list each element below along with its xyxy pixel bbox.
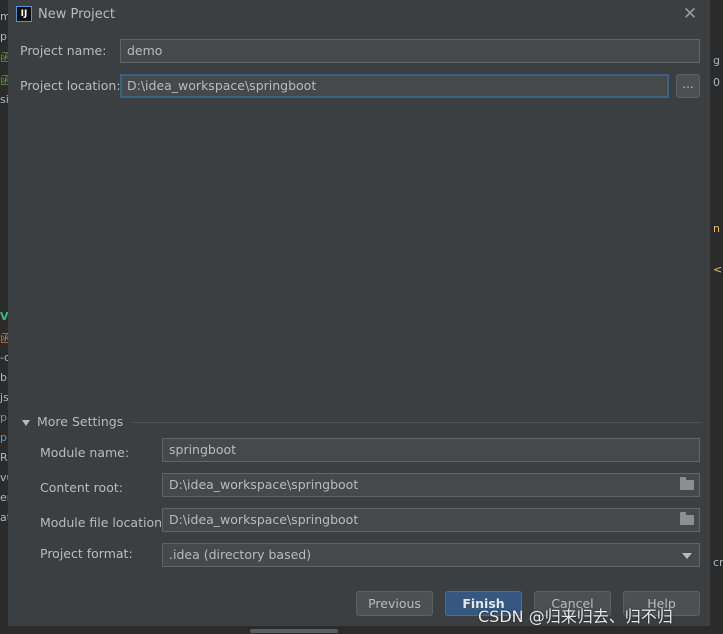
background-editor-left: m p 函 函 si V 函 -c b js p p R vu er at — [0, 0, 8, 634]
folder-icon[interactable] — [680, 512, 694, 525]
project-format-value: .idea (directory based) — [169, 547, 312, 562]
content-root-value: D:\idea_workspace\springboot — [169, 477, 359, 492]
module-file-location-input[interactable]: D:\idea_workspace\springboot — [162, 508, 700, 532]
bg-fragment: p — [0, 411, 7, 424]
intellij-app-icon: IJ — [16, 6, 32, 22]
module-file-location-value: D:\idea_workspace\springboot — [169, 512, 359, 527]
expand-triangle-icon — [22, 419, 30, 426]
project-format-label: Project format: — [40, 546, 133, 561]
browse-location-button[interactable]: ... — [676, 74, 700, 98]
previous-button[interactable]: Previous — [356, 591, 433, 616]
bg-fragment: js — [0, 391, 8, 404]
project-name-input[interactable]: demo — [120, 39, 700, 63]
bg-fragment: m — [0, 10, 8, 23]
bg-fragment: g — [713, 54, 720, 67]
close-icon[interactable]: ✕ — [680, 4, 700, 24]
bg-fragment: b — [0, 371, 7, 384]
folder-icon[interactable] — [680, 477, 694, 490]
bg-fragment: si — [0, 93, 8, 106]
project-name-label: Project name: — [20, 43, 107, 58]
content-root-input[interactable]: D:\idea_workspace\springboot — [162, 473, 700, 497]
bg-fragment: 0 — [713, 76, 720, 89]
csdn-watermark: CSDN @归来归去、归不归 — [478, 607, 673, 626]
module-name-input[interactable]: springboot — [162, 438, 700, 462]
bg-fragment: < — [713, 263, 723, 276]
dialog-title: New Project — [38, 7, 115, 22]
chevron-down-icon — [682, 553, 692, 559]
bg-fragment: V — [0, 310, 8, 323]
background-editor-right: g 0 n < cr — [710, 0, 723, 634]
bg-fragment: at — [0, 511, 8, 524]
bg-fragment: er — [0, 491, 8, 504]
more-settings-label: More Settings — [37, 414, 124, 429]
content-root-label: Content root: — [40, 480, 123, 495]
bg-fragment: 函 — [0, 74, 8, 87]
module-file-location-label: Module file location: — [40, 515, 167, 530]
module-name-label: Module name: — [40, 445, 130, 460]
horizontal-scrollbar-thumb[interactable] — [250, 629, 338, 633]
bg-fragment: 函 — [0, 332, 8, 345]
bg-fragment: n — [713, 222, 720, 235]
bg-fragment: cr — [713, 556, 723, 569]
project-location-label: Project location: — [20, 78, 121, 93]
project-location-input[interactable]: D:\idea_workspace\springboot — [120, 74, 669, 98]
more-settings-toggle[interactable]: More Settings — [22, 414, 123, 429]
bg-fragment: p — [0, 431, 7, 444]
bg-fragment: 函 — [0, 51, 8, 64]
bg-fragment: p — [0, 30, 7, 43]
section-divider — [132, 422, 702, 423]
bg-fragment: vu — [0, 471, 8, 484]
bg-fragment: -c — [0, 351, 8, 364]
dialog-titlebar[interactable]: IJ New Project ✕ — [8, 0, 710, 30]
project-format-select[interactable]: .idea (directory based) — [162, 543, 700, 567]
bg-fragment: R — [0, 451, 8, 464]
new-project-dialog: IJ New Project ✕ Project name: demo Proj… — [8, 0, 711, 626]
